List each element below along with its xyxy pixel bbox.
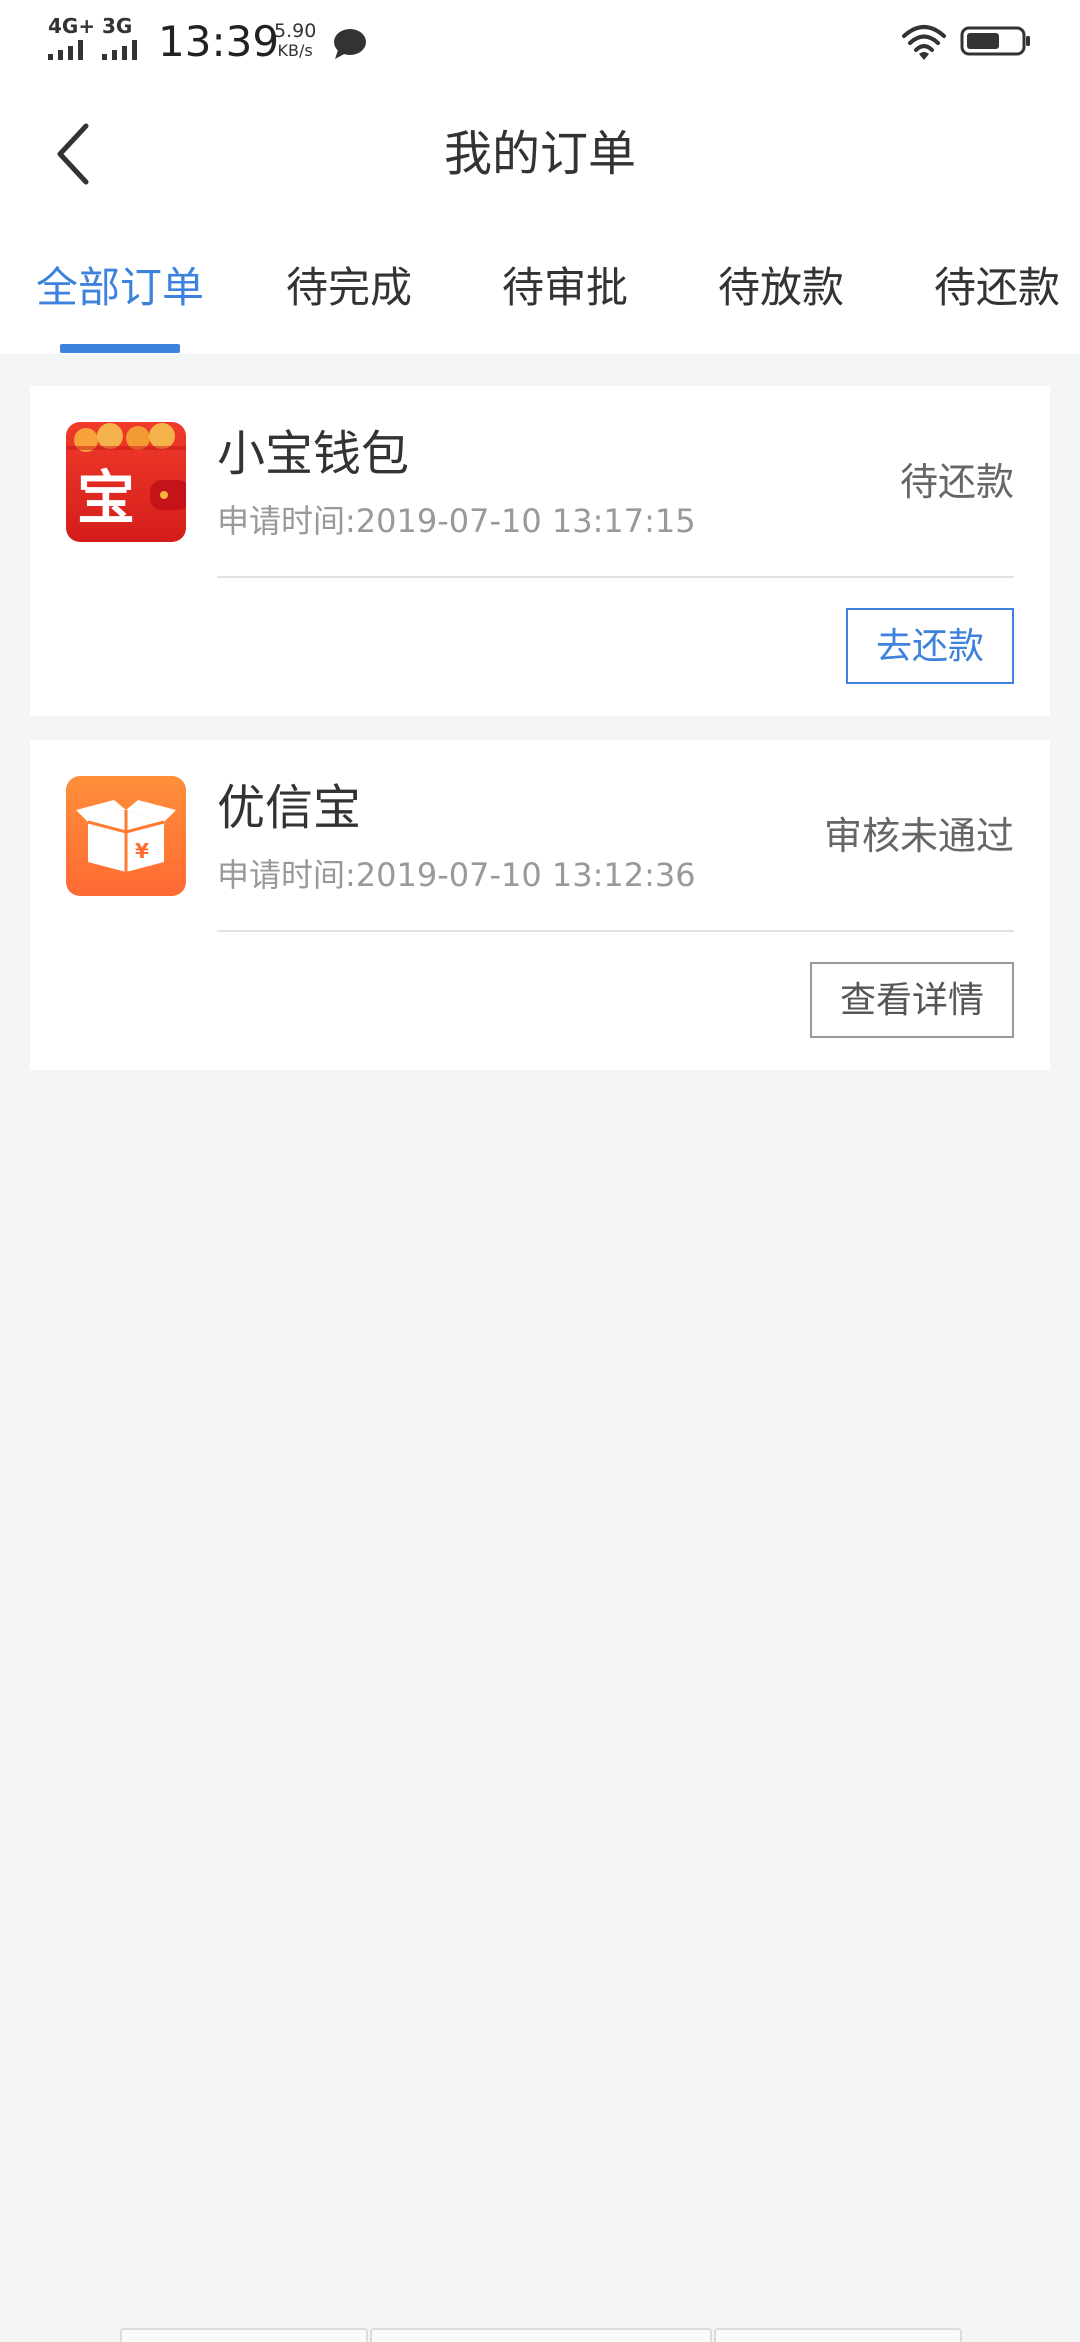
tab-pending-repayment[interactable]: 待还款 bbox=[934, 262, 1060, 314]
view-details-button[interactable]: 查看详情 bbox=[810, 962, 1014, 1038]
order-app-name: 小宝钱包 bbox=[217, 426, 410, 482]
order-status: 审核未通过 bbox=[823, 814, 1014, 858]
card-divider bbox=[217, 576, 1014, 578]
app-header: 我的订单 bbox=[0, 84, 1080, 224]
order-tabs: 全部订单 待完成 待审批 待放款 待还款 bbox=[0, 224, 1080, 354]
logo-glyph: ¥ bbox=[135, 839, 149, 863]
order-apply-time: 申请时间:2019-07-10 13:17:15 bbox=[217, 502, 696, 540]
wallet-bao-icon: 宝 bbox=[66, 422, 186, 542]
tab-pending-approval[interactable]: 待审批 bbox=[502, 262, 628, 314]
tab-all-orders[interactable]: 全部订单 bbox=[36, 262, 204, 314]
card-divider bbox=[217, 930, 1014, 932]
wifi-icon bbox=[902, 25, 946, 60]
message-icon bbox=[334, 29, 366, 59]
status-bar: 4G+ 3G 13:39 5.90 KB/s bbox=[0, 0, 1080, 84]
signal-3g-icon: 3G bbox=[102, 16, 162, 60]
signal-4g-icon: 4G+ bbox=[48, 16, 108, 60]
status-time: 13:39 bbox=[158, 17, 280, 66]
repay-button[interactable]: 去还款 bbox=[846, 608, 1014, 684]
order-card[interactable]: 宝 小宝钱包 申请时间:2019-07-10 13:17:15 待还款 去还款 bbox=[30, 386, 1050, 716]
page-title: 我的订单 bbox=[443, 126, 636, 182]
active-tab-indicator bbox=[60, 344, 180, 353]
order-status: 待还款 bbox=[899, 460, 1014, 504]
network-type-label: 3G bbox=[102, 14, 133, 38]
network-speed: 5.90 KB/s bbox=[274, 20, 317, 61]
open-box-yuan-icon: ¥ bbox=[66, 776, 186, 896]
order-card[interactable]: ¥ 优信宝 申请时间:2019-07-10 13:12:36 审核未通过 查看详… bbox=[30, 740, 1050, 1070]
network-speed-unit: KB/s bbox=[277, 41, 313, 60]
tab-pending-disbursement[interactable]: 待放款 bbox=[718, 262, 844, 314]
order-apply-time: 申请时间:2019-07-10 13:12:36 bbox=[217, 856, 696, 894]
order-app-name: 优信宝 bbox=[217, 780, 362, 836]
battery-icon bbox=[960, 26, 1030, 56]
logo-glyph: 宝 bbox=[77, 464, 135, 532]
tab-pending-complete[interactable]: 待完成 bbox=[286, 262, 412, 314]
network-speed-value: 5.90 bbox=[274, 20, 317, 42]
network-type-label: 4G+ bbox=[48, 14, 96, 38]
